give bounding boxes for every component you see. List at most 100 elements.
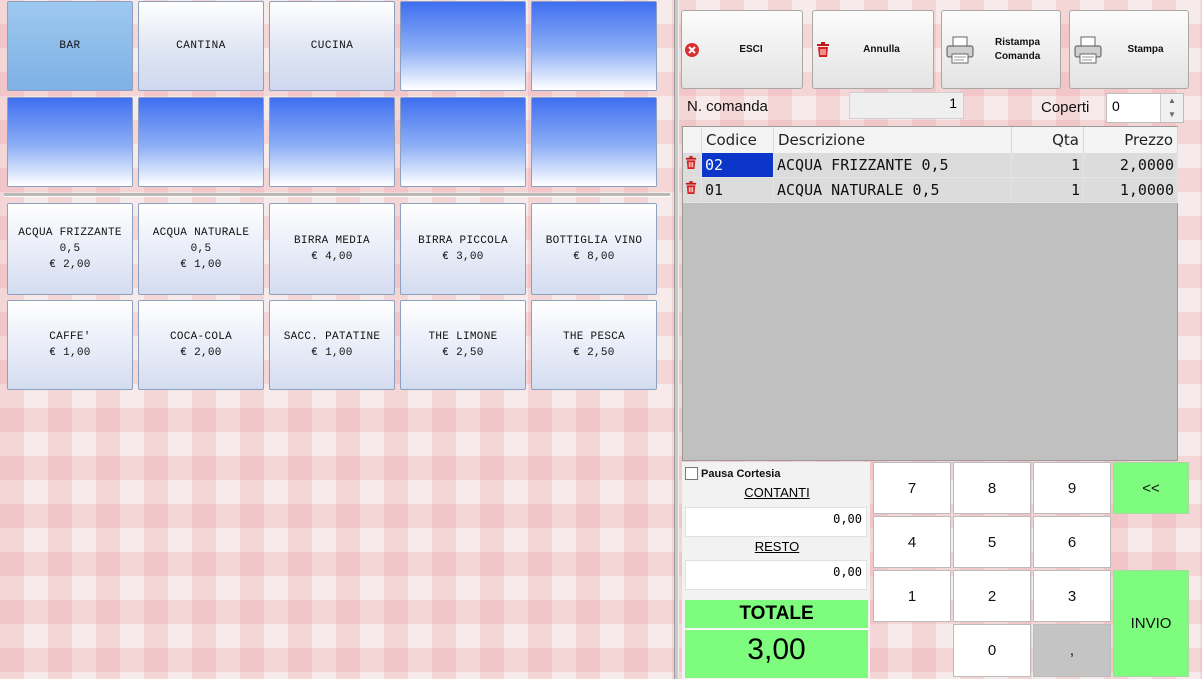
product-name: BOTTIGLIA VINO	[545, 235, 643, 247]
cell-qta[interactable]: 1	[1012, 178, 1084, 203]
coperti-spinner[interactable]: 0 ▲ ▼	[1106, 93, 1184, 123]
keypad-1[interactable]: 1	[873, 570, 951, 622]
column-header-qta[interactable]: Qta	[1012, 127, 1084, 153]
trash-icon[interactable]	[685, 156, 697, 170]
pausa-cortesia-label: Pausa Cortesia	[701, 467, 781, 480]
category-empty-button[interactable]	[138, 97, 264, 187]
column-header-codice[interactable]: Codice	[702, 127, 774, 153]
payment-panel: Pausa Cortesia CONTANTI 0,00 RESTO 0,00 …	[682, 462, 870, 679]
category-empty-button[interactable]	[7, 97, 133, 187]
category-empty-button[interactable]	[531, 97, 657, 187]
category-empty-button[interactable]	[531, 1, 657, 91]
n-comanda-field: 1	[849, 92, 964, 119]
product-price: € 1,00	[311, 347, 353, 359]
product-name: SACC. PATATINE	[283, 331, 381, 343]
spinner-down-button[interactable]: ▼	[1160, 108, 1183, 122]
category-label: CANTINA	[176, 40, 226, 52]
product-name: BIRRA MEDIA	[294, 235, 370, 247]
product-button[interactable]: ACQUA FRIZZANTE 0,5 € 2,00	[7, 203, 133, 295]
product-price: € 2,50	[442, 347, 484, 359]
keypad-comma[interactable]: ,	[1033, 624, 1111, 677]
row-delete-cell[interactable]	[683, 178, 702, 203]
keypad-2[interactable]: 2	[953, 570, 1031, 622]
spinner-up-button[interactable]: ▲	[1160, 94, 1183, 109]
column-header-descrizione[interactable]: Descrizione	[774, 127, 1012, 153]
category-cantina-button[interactable]: CANTINA	[138, 1, 264, 91]
panel-splitter[interactable]	[674, 0, 679, 679]
product-price: € 2,50	[573, 347, 615, 359]
ristampa-label: Ristampa Comanda	[994, 36, 1041, 62]
cell-prezzo[interactable]: 2,0000	[1084, 153, 1178, 178]
product-price: € 1,00	[49, 347, 91, 359]
product-button[interactable]: ACQUA NATURALE 0,5 € 1,00	[138, 203, 264, 295]
keypad-3[interactable]: 3	[1033, 570, 1111, 622]
product-name: BIRRA PICCOLA	[418, 235, 508, 247]
keypad-7[interactable]: 7	[873, 462, 951, 514]
product-size: 0,5	[190, 243, 212, 255]
keypad-9[interactable]: 9	[1033, 462, 1111, 514]
contanti-field[interactable]: 0,00	[685, 507, 867, 537]
category-cucina-button[interactable]: CUCINA	[269, 1, 395, 91]
product-button[interactable]: BIRRA MEDIA € 4,00	[269, 203, 395, 295]
product-price: € 3,00	[442, 251, 484, 263]
cell-prezzo[interactable]: 1,0000	[1084, 178, 1178, 203]
keypad-8[interactable]: 8	[953, 462, 1031, 514]
product-button[interactable]: BIRRA PICCOLA € 3,00	[400, 203, 526, 295]
stampa-label: Stampa	[1127, 43, 1164, 55]
printer-icon	[945, 35, 975, 65]
resto-field: 0,00	[685, 560, 867, 590]
coperti-value: 0	[1112, 98, 1120, 114]
pausa-cortesia-checkbox[interactable]	[685, 467, 698, 480]
n-comanda-label: N. comanda	[687, 98, 768, 115]
product-button[interactable]: BOTTIGLIA VINO € 8,00	[531, 203, 657, 295]
cell-codice[interactable]: 02	[702, 153, 774, 178]
product-price: € 2,00	[180, 347, 222, 359]
totale-value: 3,00	[685, 629, 868, 678]
coperti-label: Coperti	[1041, 99, 1090, 116]
column-header-prezzo[interactable]: Prezzo	[1084, 127, 1178, 153]
product-name: ACQUA FRIZZANTE	[18, 227, 122, 239]
resto-label: RESTO	[754, 539, 800, 554]
product-price: € 2,00	[49, 259, 91, 271]
category-empty-button[interactable]	[400, 1, 526, 91]
annulla-label: Annulla	[863, 43, 900, 55]
cell-codice[interactable]: 01	[702, 178, 774, 203]
keypad-4[interactable]: 4	[873, 516, 951, 568]
category-label: CUCINA	[310, 40, 354, 52]
trash-icon	[816, 41, 830, 58]
product-price: € 8,00	[573, 251, 615, 263]
row-delete-cell[interactable]	[683, 153, 702, 178]
annulla-button[interactable]: Annulla	[812, 10, 934, 89]
ristampa-comanda-button[interactable]: Ristampa Comanda	[941, 10, 1061, 89]
cell-qta[interactable]: 1	[1012, 153, 1084, 178]
stampa-button[interactable]: Stampa	[1069, 10, 1189, 89]
category-empty-button[interactable]	[269, 97, 395, 187]
keypad-6[interactable]: 6	[1033, 516, 1111, 568]
product-button[interactable]: COCA-COLA € 2,00	[138, 300, 264, 390]
keypad-0[interactable]: 0	[953, 624, 1031, 677]
contanti-label: CONTANTI	[744, 485, 810, 500]
category-bar-button[interactable]: BAR	[7, 1, 133, 91]
backspace-button[interactable]: <<	[1113, 462, 1189, 514]
product-button[interactable]: CAFFE' € 1,00	[7, 300, 133, 390]
esci-button[interactable]: ESCI	[681, 10, 803, 89]
product-name: ACQUA NATURALE	[152, 227, 250, 239]
category-empty-button[interactable]	[400, 97, 526, 187]
printer-icon	[1073, 35, 1103, 65]
cell-descrizione[interactable]: ACQUA FRIZZANTE 0,5	[774, 153, 1012, 178]
product-name: COCA-COLA	[169, 331, 233, 343]
order-grid[interactable]: Codice Descrizione Qta Prezzo 02 ACQUA F…	[682, 126, 1178, 461]
pausa-cortesia-option[interactable]: Pausa Cortesia	[685, 467, 780, 480]
keypad-5[interactable]: 5	[953, 516, 1031, 568]
esci-label: ESCI	[739, 43, 763, 55]
trash-icon[interactable]	[685, 181, 697, 195]
category-label: BAR	[59, 40, 81, 52]
cell-descrizione[interactable]: ACQUA NATURALE 0,5	[774, 178, 1012, 203]
grid-corner	[683, 127, 702, 153]
product-name: THE PESCA	[562, 331, 626, 343]
close-circle-icon	[684, 42, 700, 58]
invio-button[interactable]: INVIO	[1113, 570, 1189, 677]
product-button[interactable]: SACC. PATATINE € 1,00	[269, 300, 395, 390]
product-button[interactable]: THE PESCA € 2,50	[531, 300, 657, 390]
product-button[interactable]: THE LIMONE € 2,50	[400, 300, 526, 390]
